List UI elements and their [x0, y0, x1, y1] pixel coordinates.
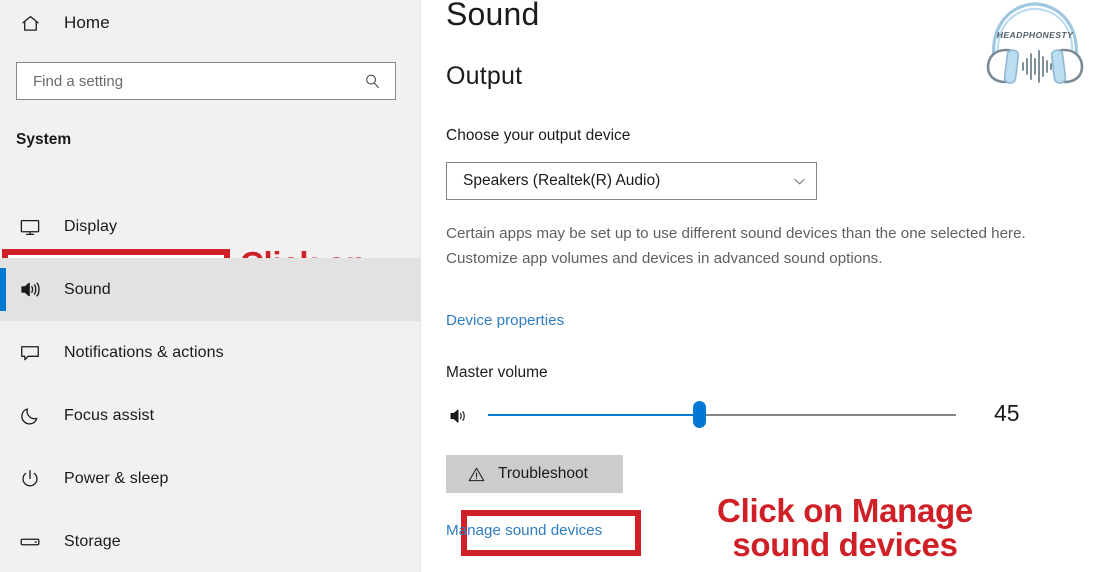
master-volume-value: 45: [994, 400, 1020, 426]
sidebar-item-label: Notifications & actions: [64, 343, 224, 361]
manage-sound-devices-link[interactable]: Manage sound devices: [446, 522, 602, 539]
sidebar-item-label: Power & sleep: [64, 469, 169, 487]
volume-slider-thumb[interactable]: [692, 401, 706, 428]
volume-speaker-icon[interactable]: [446, 404, 472, 428]
settings-window: Home Find a setting System Display Sound…: [0, 0, 1100, 572]
sidebar-item-power-sleep[interactable]: Power & sleep: [0, 447, 420, 510]
master-volume-slider-row: 45: [446, 398, 1056, 434]
master-volume-label: Master volume: [446, 364, 548, 381]
sidebar-item-home[interactable]: Home: [0, 0, 420, 46]
drive-icon: [17, 531, 43, 553]
sidebar-item-label: Storage: [64, 532, 121, 550]
annotation-text-manage-devices: Click on Manage sound devices: [717, 492, 973, 563]
speaker-icon: [17, 278, 43, 301]
output-device-label: Choose your output device: [446, 127, 631, 144]
home-label: Home: [64, 13, 110, 32]
search-placeholder: Find a setting: [33, 72, 124, 90]
chat-bubble-icon: [17, 342, 43, 364]
device-properties-link[interactable]: Device properties: [446, 312, 564, 329]
search-input[interactable]: Find a setting: [16, 62, 396, 100]
power-icon: [17, 468, 43, 490]
output-description: Certain apps may be set up to use differ…: [446, 225, 1026, 267]
sidebar-item-label: Focus assist: [64, 406, 155, 424]
sidebar-item-storage[interactable]: Storage: [0, 510, 420, 572]
warning-triangle-icon: [466, 464, 486, 484]
chevron-down-icon: [782, 173, 816, 190]
volume-slider-fill: [488, 414, 699, 416]
selection-indicator: [0, 268, 6, 311]
logo-wordmark: HEADPHONESTY: [997, 30, 1074, 40]
page-title: Sound: [446, 0, 540, 32]
output-device-select[interactable]: Speakers (Realtek(R) Audio): [446, 162, 817, 200]
home-icon: [18, 11, 42, 35]
output-section-heading: Output: [446, 62, 523, 90]
troubleshoot-label: Troubleshoot: [498, 465, 588, 482]
monitor-icon: [17, 216, 43, 238]
moon-icon: [17, 405, 43, 427]
sidebar-item-focus-assist[interactable]: Focus assist: [0, 384, 420, 447]
output-device-value: Speakers (Realtek(R) Audio): [463, 172, 661, 189]
headphonesty-logo: HEADPHONESTY: [976, 0, 1094, 90]
sidebar-item-label: Sound: [64, 280, 111, 298]
sidebar-item-label: Display: [64, 217, 118, 235]
sidebar-item-notifications[interactable]: Notifications & actions: [0, 321, 420, 384]
troubleshoot-button[interactable]: Troubleshoot: [446, 455, 623, 493]
search-icon[interactable]: [357, 72, 387, 91]
navigation-sidebar: Home Find a setting System Display Sound…: [0, 0, 421, 572]
sidebar-item-sound[interactable]: Sound: [0, 258, 420, 321]
sidebar-section-title: System: [16, 131, 72, 148]
